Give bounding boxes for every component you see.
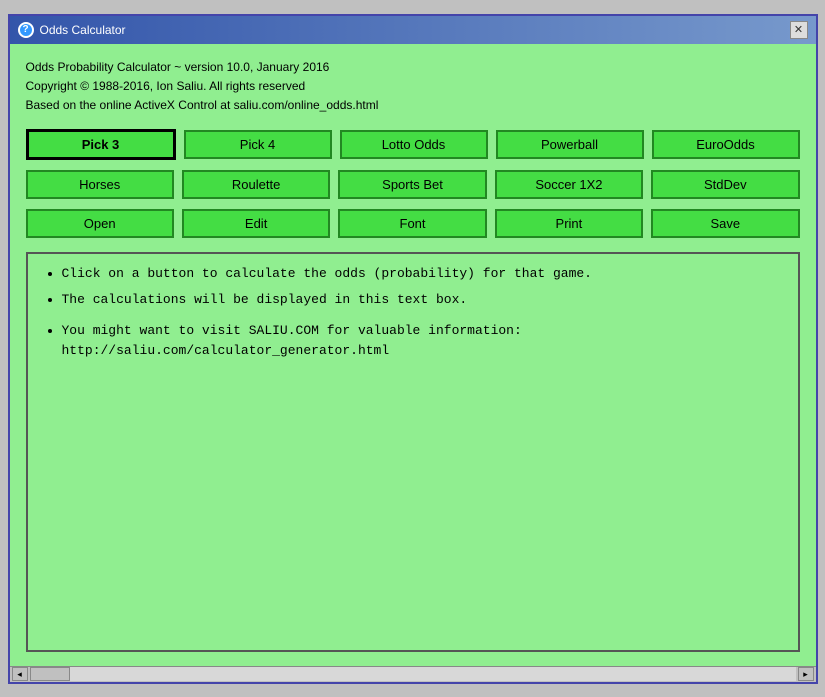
save-button[interactable]: Save: [651, 209, 799, 238]
output-bullet1: Click on a button to calculate the odds …: [62, 264, 784, 284]
title-bar: ? Odds Calculator ✕: [10, 16, 816, 44]
scroll-right-button[interactable]: ▸: [798, 667, 814, 681]
euroOdds-button[interactable]: EuroOdds: [652, 130, 800, 159]
main-window: ? Odds Calculator ✕ Odds Probability Cal…: [8, 14, 818, 684]
button-row-3: Open Edit Font Print Save: [26, 209, 800, 238]
scroll-left-button[interactable]: ◂: [12, 667, 28, 681]
close-button[interactable]: ✕: [790, 21, 808, 39]
scroll-thumb[interactable]: [30, 667, 70, 681]
info-line1: Odds Probability Calculator ~ version 10…: [26, 58, 800, 77]
button-row-2: Horses Roulette Sports Bet Soccer 1X2 St…: [26, 170, 800, 199]
output-text-area[interactable]: Click on a button to calculate the odds …: [26, 252, 800, 651]
soccer-button[interactable]: Soccer 1X2: [495, 170, 643, 199]
roulette-button[interactable]: Roulette: [182, 170, 330, 199]
output-bullet3: You might want to visit SALIU.COM for va…: [62, 321, 784, 360]
font-button[interactable]: Font: [338, 209, 486, 238]
button-row-1: Pick 3 Pick 4 Lotto Odds Powerball EuroO…: [26, 129, 800, 160]
pick4-button[interactable]: Pick 4: [184, 130, 332, 159]
edit-button[interactable]: Edit: [182, 209, 330, 238]
horses-button[interactable]: Horses: [26, 170, 174, 199]
horizontal-scrollbar[interactable]: ◂ ▸: [10, 666, 816, 682]
output-list: Click on a button to calculate the odds …: [42, 264, 784, 309]
app-icon: ?: [18, 22, 34, 38]
open-button[interactable]: Open: [26, 209, 174, 238]
pick3-button[interactable]: Pick 3: [26, 129, 176, 160]
stddev-button[interactable]: StdDev: [651, 170, 799, 199]
print-button[interactable]: Print: [495, 209, 643, 238]
info-line3: Based on the online ActiveX Control at s…: [26, 96, 800, 115]
output-url: http://saliu.com/calculator_generator.ht…: [62, 343, 390, 358]
window-title: Odds Calculator: [40, 23, 126, 37]
output-bullet2: The calculations will be displayed in th…: [62, 290, 784, 310]
content-area: Odds Probability Calculator ~ version 10…: [10, 44, 816, 666]
lotto-odds-button[interactable]: Lotto Odds: [340, 130, 488, 159]
output-list2: You might want to visit SALIU.COM for va…: [42, 321, 784, 360]
scroll-track[interactable]: [30, 667, 796, 681]
info-block: Odds Probability Calculator ~ version 10…: [26, 58, 800, 116]
title-bar-left: ? Odds Calculator: [18, 22, 126, 38]
info-line2: Copyright © 1988-2016, Ion Saliu. All ri…: [26, 77, 800, 96]
sports-bet-button[interactable]: Sports Bet: [338, 170, 486, 199]
powerball-button[interactable]: Powerball: [496, 130, 644, 159]
